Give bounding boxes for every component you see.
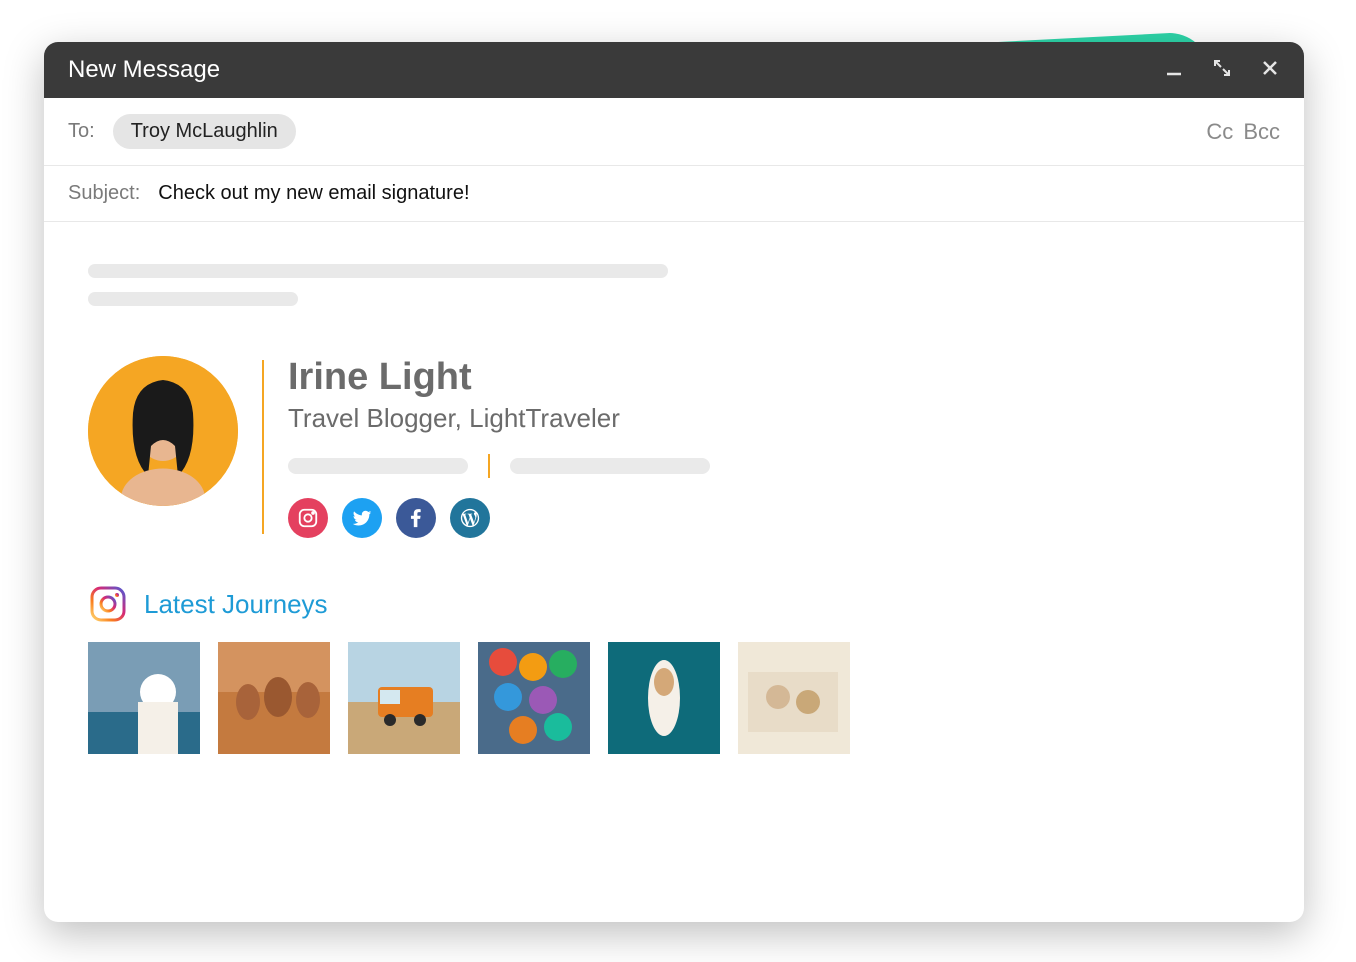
twitter-icon[interactable]	[342, 498, 382, 538]
subject-label: Subject:	[68, 182, 140, 205]
gallery-thumb[interactable]	[88, 642, 200, 754]
gallery-thumb[interactable]	[478, 642, 590, 754]
cc-button[interactable]: Cc	[1206, 119, 1233, 145]
window-actions	[1164, 58, 1280, 83]
body-placeholder-line	[88, 292, 298, 306]
gallery-thumb[interactable]	[608, 642, 720, 754]
to-row[interactable]: To: Troy McLaughlin Cc Bcc	[44, 98, 1304, 166]
compose-window: New Message To: Troy McLaughlin Cc Bcc S…	[44, 42, 1304, 922]
wordpress-icon[interactable]	[450, 498, 490, 538]
instagram-gallery-icon	[88, 584, 128, 624]
avatar	[88, 356, 238, 506]
subject-input[interactable]: Check out my new email signature!	[158, 182, 469, 205]
close-icon[interactable]	[1260, 58, 1280, 83]
to-label: To:	[68, 120, 95, 143]
signature-name: Irine Light	[288, 356, 1260, 399]
titlebar: New Message	[44, 42, 1304, 98]
recipient-chip[interactable]: Troy McLaughlin	[113, 114, 296, 149]
email-signature: Irine Light Travel Blogger, LightTravele…	[88, 356, 1260, 538]
instagram-icon[interactable]	[288, 498, 328, 538]
window-title: New Message	[68, 56, 220, 84]
gallery-header: Latest Journeys	[88, 584, 1260, 624]
message-body[interactable]: Irine Light Travel Blogger, LightTravele…	[44, 222, 1304, 782]
subject-row[interactable]: Subject: Check out my new email signatur…	[44, 166, 1304, 222]
social-icons	[288, 498, 1260, 538]
detail-placeholder	[288, 458, 468, 474]
cc-bcc: Cc Bcc	[1206, 119, 1280, 145]
gallery-thumb[interactable]	[348, 642, 460, 754]
minimize-icon[interactable]	[1164, 58, 1184, 83]
signature-divider	[262, 360, 264, 534]
bcc-button[interactable]: Bcc	[1243, 119, 1280, 145]
detail-placeholder	[510, 458, 710, 474]
signature-title: Travel Blogger, LightTraveler	[288, 403, 1260, 434]
facebook-icon[interactable]	[396, 498, 436, 538]
gallery-thumb[interactable]	[738, 642, 850, 754]
body-placeholder-line	[88, 264, 668, 278]
expand-icon[interactable]	[1212, 58, 1232, 83]
detail-separator	[488, 454, 490, 478]
gallery-thumb[interactable]	[218, 642, 330, 754]
signature-details-row	[288, 454, 1260, 478]
gallery-thumbnails	[88, 642, 1260, 754]
gallery-title[interactable]: Latest Journeys	[144, 589, 328, 620]
signature-content: Irine Light Travel Blogger, LightTravele…	[288, 356, 1260, 538]
